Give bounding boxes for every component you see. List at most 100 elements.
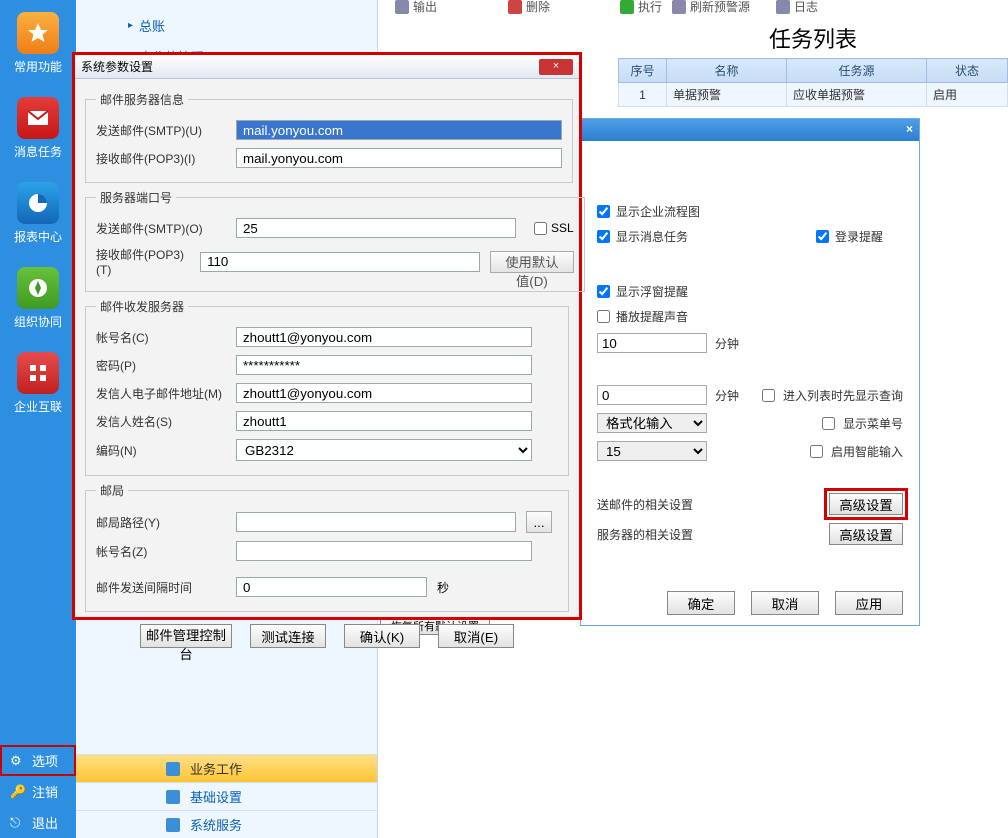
chk-show-msg[interactable]	[597, 230, 610, 243]
mail-console-button[interactable]: 邮件管理控制台	[140, 624, 232, 648]
sidebar-item-message[interactable]: 消息任务	[0, 85, 76, 170]
accordion-label: 系统服务	[190, 815, 242, 834]
sender-name-input[interactable]	[236, 411, 532, 431]
col-seq[interactable]: 序号	[619, 59, 667, 83]
cancel-button[interactable]: 取消	[751, 591, 819, 615]
accordion-business[interactable]: 业务工作	[76, 754, 377, 782]
logout-button[interactable]: 🔑 注销	[0, 776, 76, 807]
col-status[interactable]: 状态	[927, 59, 1008, 83]
sender-mail-input[interactable]	[236, 383, 532, 403]
password-input[interactable]	[236, 355, 532, 375]
accordion: 业务工作 基础设置 系统服务	[76, 754, 377, 838]
cell-seq: 1	[619, 83, 667, 107]
chk-show-menuno[interactable]	[822, 417, 835, 430]
toolbar-label: 删除	[526, 0, 550, 15]
sidebar-item-org[interactable]: 组织协同	[0, 255, 76, 340]
toolbar-log[interactable]: 日志	[776, 0, 818, 15]
gear-icon: ⚙	[10, 753, 26, 769]
pop3-port-label: 接收邮件(POP3)(T)	[96, 246, 190, 277]
cancel-button[interactable]: 取消(E)	[438, 624, 514, 648]
ssl-label: SSL	[551, 221, 574, 235]
post-path-label: 邮局路径(Y)	[96, 514, 226, 531]
sidebar-item-report[interactable]: 报表中心	[0, 170, 76, 255]
toolbar-delete[interactable]: 删除	[508, 0, 550, 15]
grid-icon	[17, 352, 59, 394]
col-source[interactable]: 任务源	[787, 59, 927, 83]
group-title: 邮局	[96, 482, 128, 499]
accordion-settings[interactable]: 基础设置	[76, 782, 377, 810]
chk-enter-query[interactable]	[762, 389, 775, 402]
tree-node-general-ledger[interactable]: ▸ 总账	[104, 10, 377, 41]
chk-label: 播放提醒声音	[616, 308, 688, 325]
accordion-system[interactable]: 系统服务	[76, 810, 377, 838]
toolbar-refresh[interactable]: 刷新预警源	[672, 0, 750, 15]
key-icon: 🔑	[10, 784, 26, 800]
apply-button[interactable]: 应用	[835, 591, 903, 615]
advanced-settings-button-mail[interactable]: 高级设置	[829, 493, 903, 515]
interval-spin-2[interactable]	[597, 385, 707, 405]
chk-smart-input[interactable]	[810, 445, 823, 458]
post-path-input[interactable]	[236, 512, 516, 532]
toolbar-label: 日志	[794, 0, 818, 15]
encoding-label: 编码(N)	[96, 442, 226, 459]
chk-label: 启用智能输入	[831, 443, 903, 460]
table-row[interactable]: 1 单据预警 应收单据预警 启用	[619, 83, 1008, 107]
encoding-select[interactable]: GB2312	[236, 439, 532, 461]
options-label: 选项	[32, 751, 58, 770]
pop3-input[interactable]	[236, 148, 562, 168]
unit-label: 分钟	[715, 335, 739, 352]
dialog-close-button[interactable]: ×	[539, 59, 573, 75]
sidebar-label: 常用功能	[0, 58, 76, 75]
sidebar-label: 消息任务	[0, 143, 76, 160]
post-account-label: 帐号名(Z)	[96, 543, 226, 560]
interval-input[interactable]	[236, 577, 427, 597]
play-icon	[620, 0, 634, 14]
logout-label: 注销	[32, 782, 58, 801]
service-icon	[166, 818, 180, 832]
password-label: 密码(P)	[96, 357, 226, 374]
toolbar-run[interactable]: 执行	[620, 0, 662, 15]
value-select-15[interactable]: 15	[597, 441, 707, 461]
export-icon	[395, 0, 409, 14]
sidebar-item-enterprise[interactable]: 企业互联	[0, 340, 76, 425]
cell-status: 启用	[927, 83, 1008, 107]
pop3-port-input[interactable]	[200, 252, 480, 272]
interval-spin-1[interactable]	[597, 333, 707, 353]
test-connection-button[interactable]: 测试连接	[250, 624, 326, 648]
confirm-button[interactable]: 确认(K)	[344, 624, 420, 648]
exit-icon: ⎋	[10, 815, 26, 831]
sidebar-item-common[interactable]: 常用功能	[0, 0, 76, 85]
chk-show-flow[interactable]	[597, 205, 610, 218]
options-button[interactable]: ⚙ 选项	[0, 745, 76, 776]
post-account-input[interactable]	[236, 541, 532, 561]
default-values-button[interactable]: 使用默认值(D)	[490, 251, 574, 273]
smtp-port-input[interactable]	[236, 218, 516, 238]
col-name[interactable]: 名称	[667, 59, 787, 83]
dialog-title: 系统参数设置	[81, 58, 153, 75]
system-params-dialog: 系统参数设置 × 邮件服务器信息 发送邮件(SMTP)(U) 接收邮件(POP3…	[72, 52, 582, 620]
ssl-checkbox[interactable]	[534, 222, 547, 235]
subpanel-close-button[interactable]: ×	[906, 122, 913, 136]
task-table: 序号 名称 任务源 状态 1 单据预警 应收单据预警 启用	[618, 58, 1008, 107]
smtp-input[interactable]	[236, 120, 562, 140]
chevron-right-icon: ▸	[128, 20, 133, 31]
browse-button[interactable]: ...	[526, 511, 552, 533]
sender-name-label: 发信人姓名(S)	[96, 413, 226, 430]
advanced-settings-button-server[interactable]: 高级设置	[829, 523, 903, 545]
chk-show-float[interactable]	[597, 285, 610, 298]
account-input[interactable]	[236, 327, 532, 347]
format-select[interactable]: 格式化输入	[597, 413, 707, 433]
exit-button[interactable]: ⎋ 退出	[0, 807, 76, 838]
subpanel-titlebar: ×	[581, 119, 919, 141]
toolbar-output[interactable]: 输出	[395, 0, 437, 15]
sidebar-label: 报表中心	[0, 228, 76, 245]
sidebar-bottom: ⚙ 选项 🔑 注销 ⎋ 退出	[0, 745, 76, 838]
ok-button[interactable]: 确定	[667, 591, 735, 615]
doc-icon	[166, 762, 180, 776]
left-sidebar: 常用功能 消息任务 报表中心 组织协同 企业互联 ⚙ 选项 🔑 注销	[0, 0, 76, 838]
chk-label: 显示企业流程图	[616, 203, 700, 220]
dialog-titlebar[interactable]: 系统参数设置 ×	[75, 55, 579, 79]
interval-label: 邮件发送间隔时间	[96, 579, 226, 596]
chk-login-remind[interactable]	[816, 230, 829, 243]
chk-play-sound[interactable]	[597, 310, 610, 323]
